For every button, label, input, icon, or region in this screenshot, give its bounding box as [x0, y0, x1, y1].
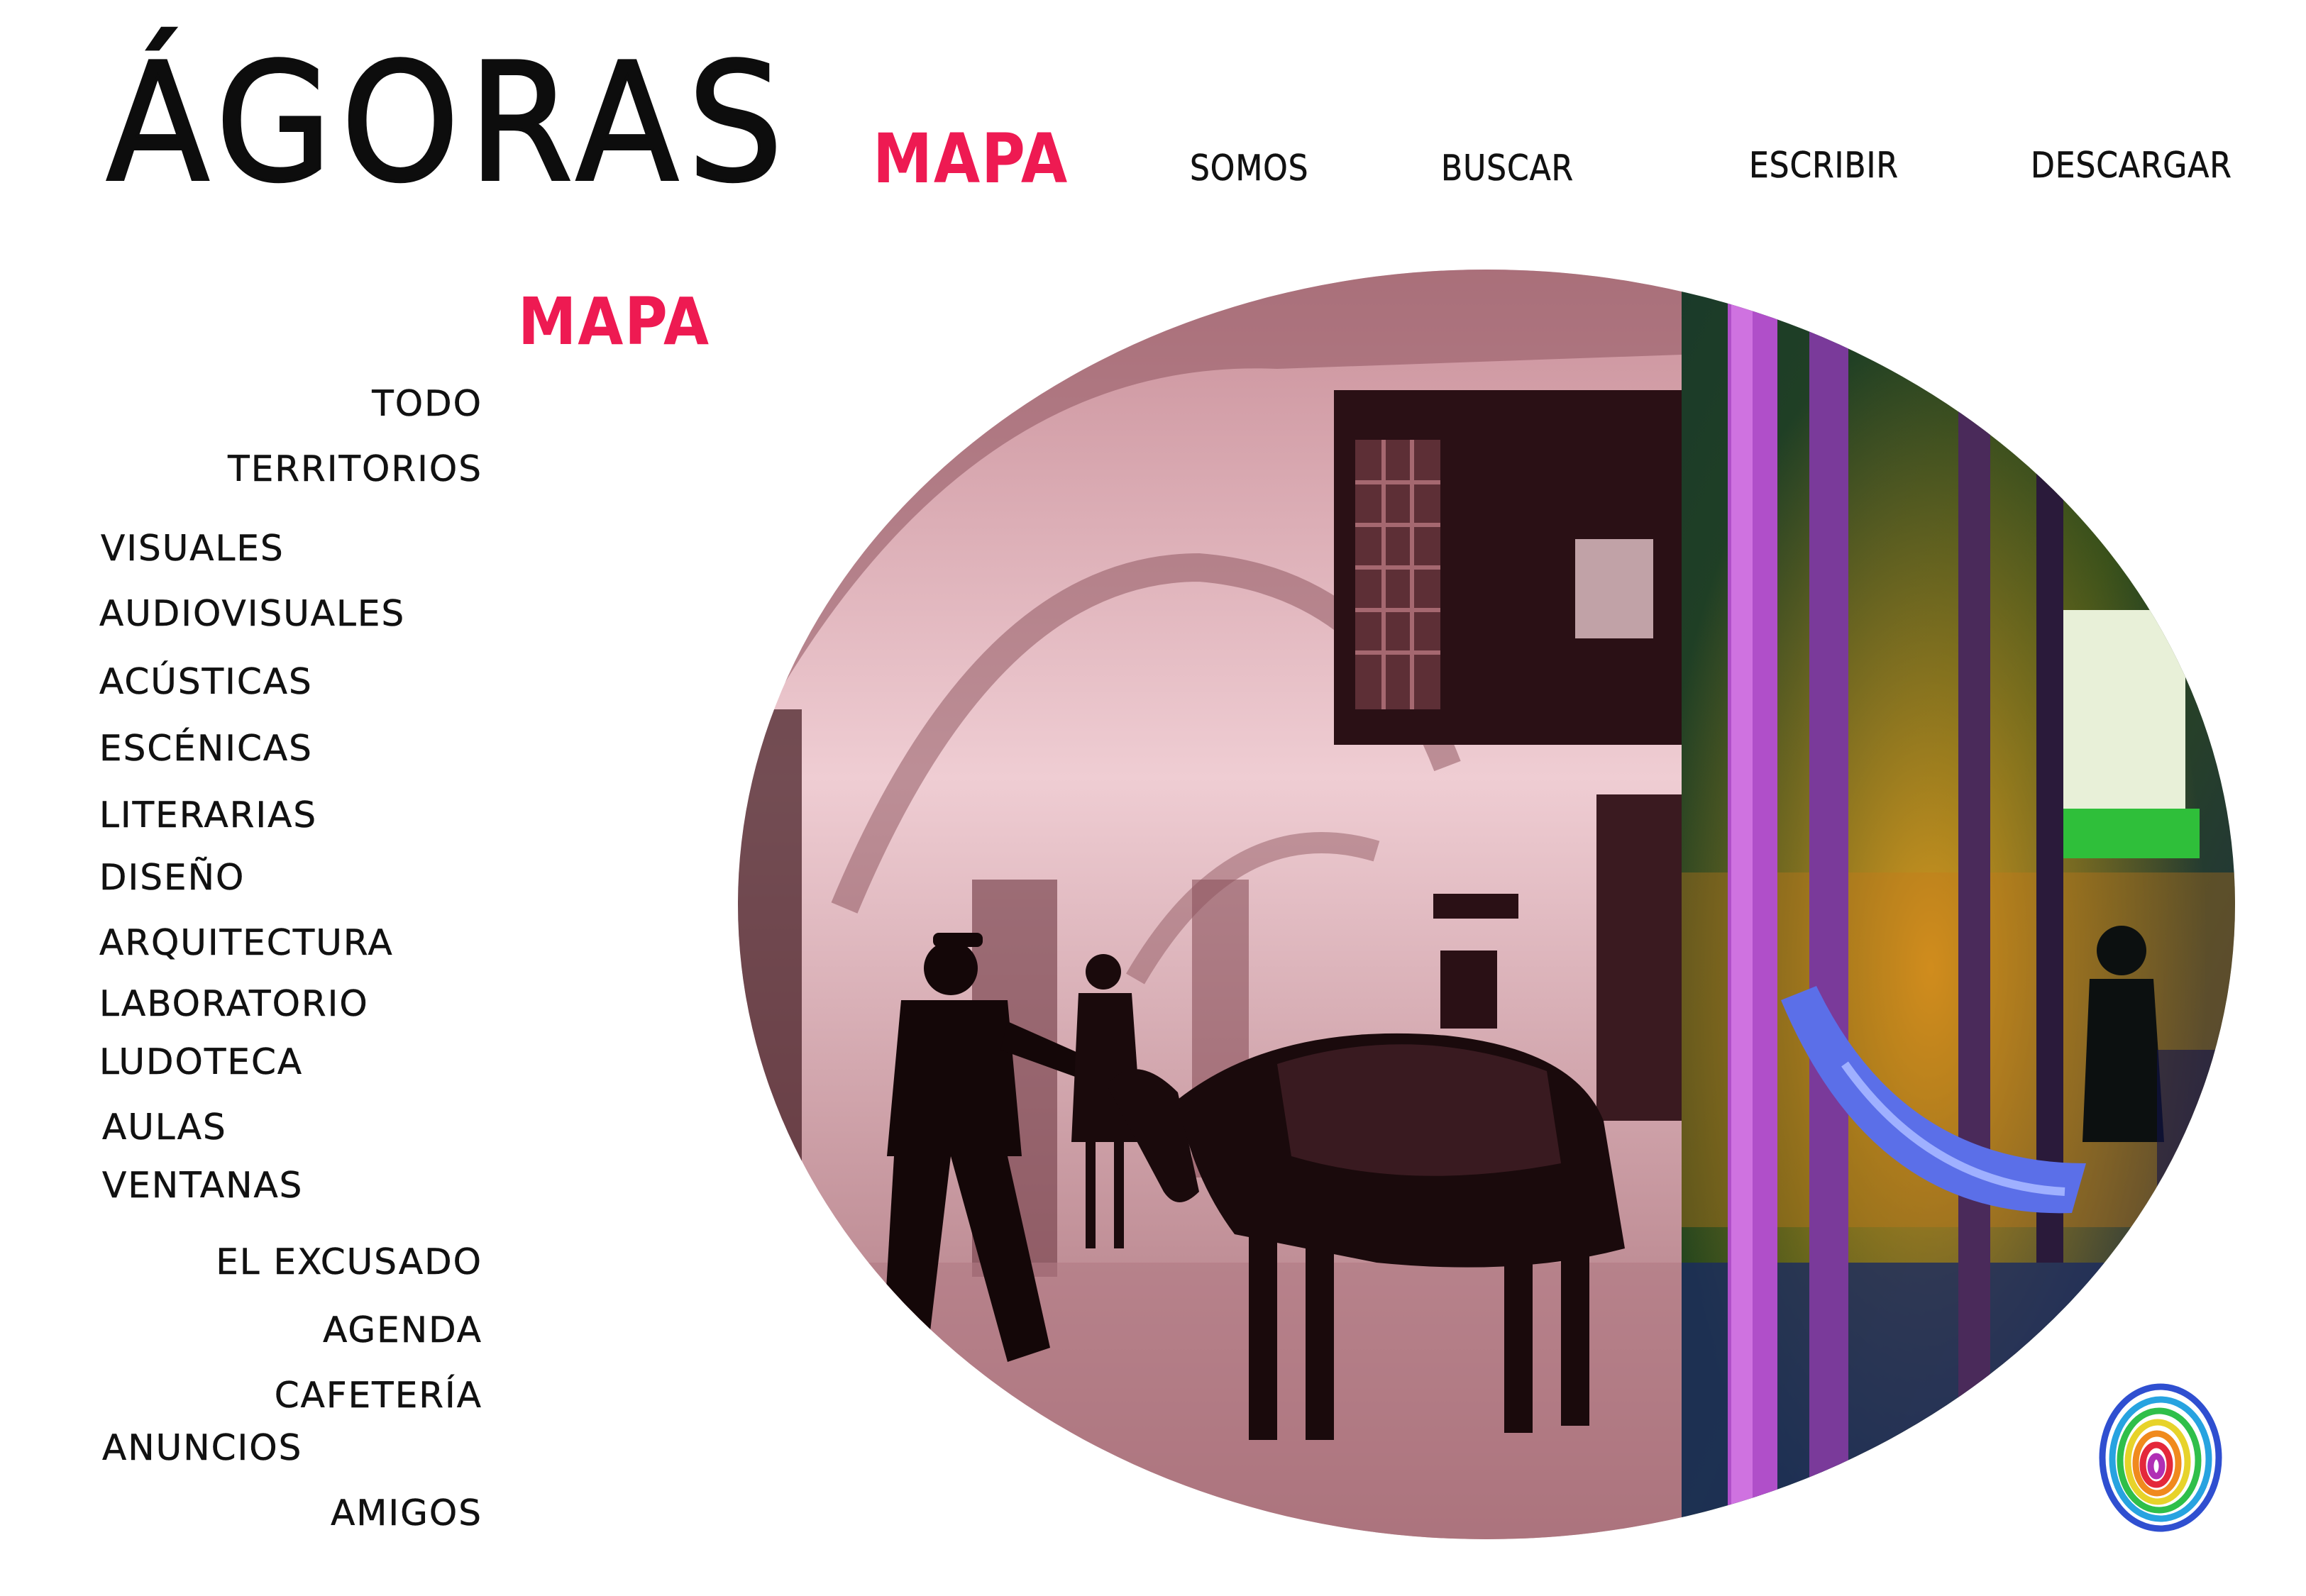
sidebar-item-literarias[interactable]: LITERARIAS: [99, 794, 317, 836]
sidebar-item-el-excusado[interactable]: EL EXCUSADO: [216, 1241, 482, 1283]
nav-item-buscar[interactable]: BUSCAR: [1441, 148, 1574, 189]
sidebar-item-escenicas[interactable]: ESCÉNICAS: [99, 728, 313, 770]
sidebar-item-ventanas[interactable]: VENTANAS: [102, 1165, 303, 1207]
nav-item-somos[interactable]: SOMOS: [1190, 148, 1308, 189]
sidebar-item-laboratorio[interactable]: LABORATORIO: [99, 983, 369, 1025]
sidebar-item-acusticas[interactable]: ACÚSTICAS: [99, 661, 313, 703]
hero-collage-image: [738, 270, 2235, 1539]
sidebar-item-arquitectura[interactable]: ARQUITECTURA: [99, 922, 394, 964]
sidebar-item-anuncios[interactable]: ANUNCIOS: [102, 1427, 302, 1469]
sidebar-item-todo[interactable]: TODO: [372, 383, 482, 425]
sidebar-item-diseno[interactable]: DISEÑO: [99, 857, 245, 899]
sidebar-item-amigos[interactable]: AMIGOS: [331, 1492, 482, 1534]
hero-image-circle[interactable]: [738, 270, 2235, 1539]
site-logo[interactable]: ÁGORAS: [105, 41, 792, 207]
nav-item-escribir[interactable]: ESCRIBIR: [1749, 145, 1899, 187]
sidebar-item-ludoteca[interactable]: LUDOTECA: [99, 1041, 303, 1083]
sidebar-item-aulas[interactable]: AULAS: [102, 1107, 227, 1148]
sidebar-item-visuales[interactable]: VISUALES: [101, 528, 285, 570]
nav-item-mapa[interactable]: MAPA: [873, 119, 1069, 199]
sidebar-item-territorios[interactable]: TERRITORIOS: [228, 448, 482, 490]
page-title: MAPA: [518, 284, 710, 360]
nav-item-descargar[interactable]: DESCARGAR: [2031, 145, 2232, 187]
sidebar-item-agenda[interactable]: AGENDA: [323, 1309, 482, 1351]
sidebar-item-audiovisuales[interactable]: AUDIOVISUALES: [99, 593, 405, 635]
sidebar-item-cafeteria[interactable]: CAFETERÍA: [274, 1375, 482, 1417]
rainbow-fingerprint-icon[interactable]: [2090, 1373, 2224, 1536]
